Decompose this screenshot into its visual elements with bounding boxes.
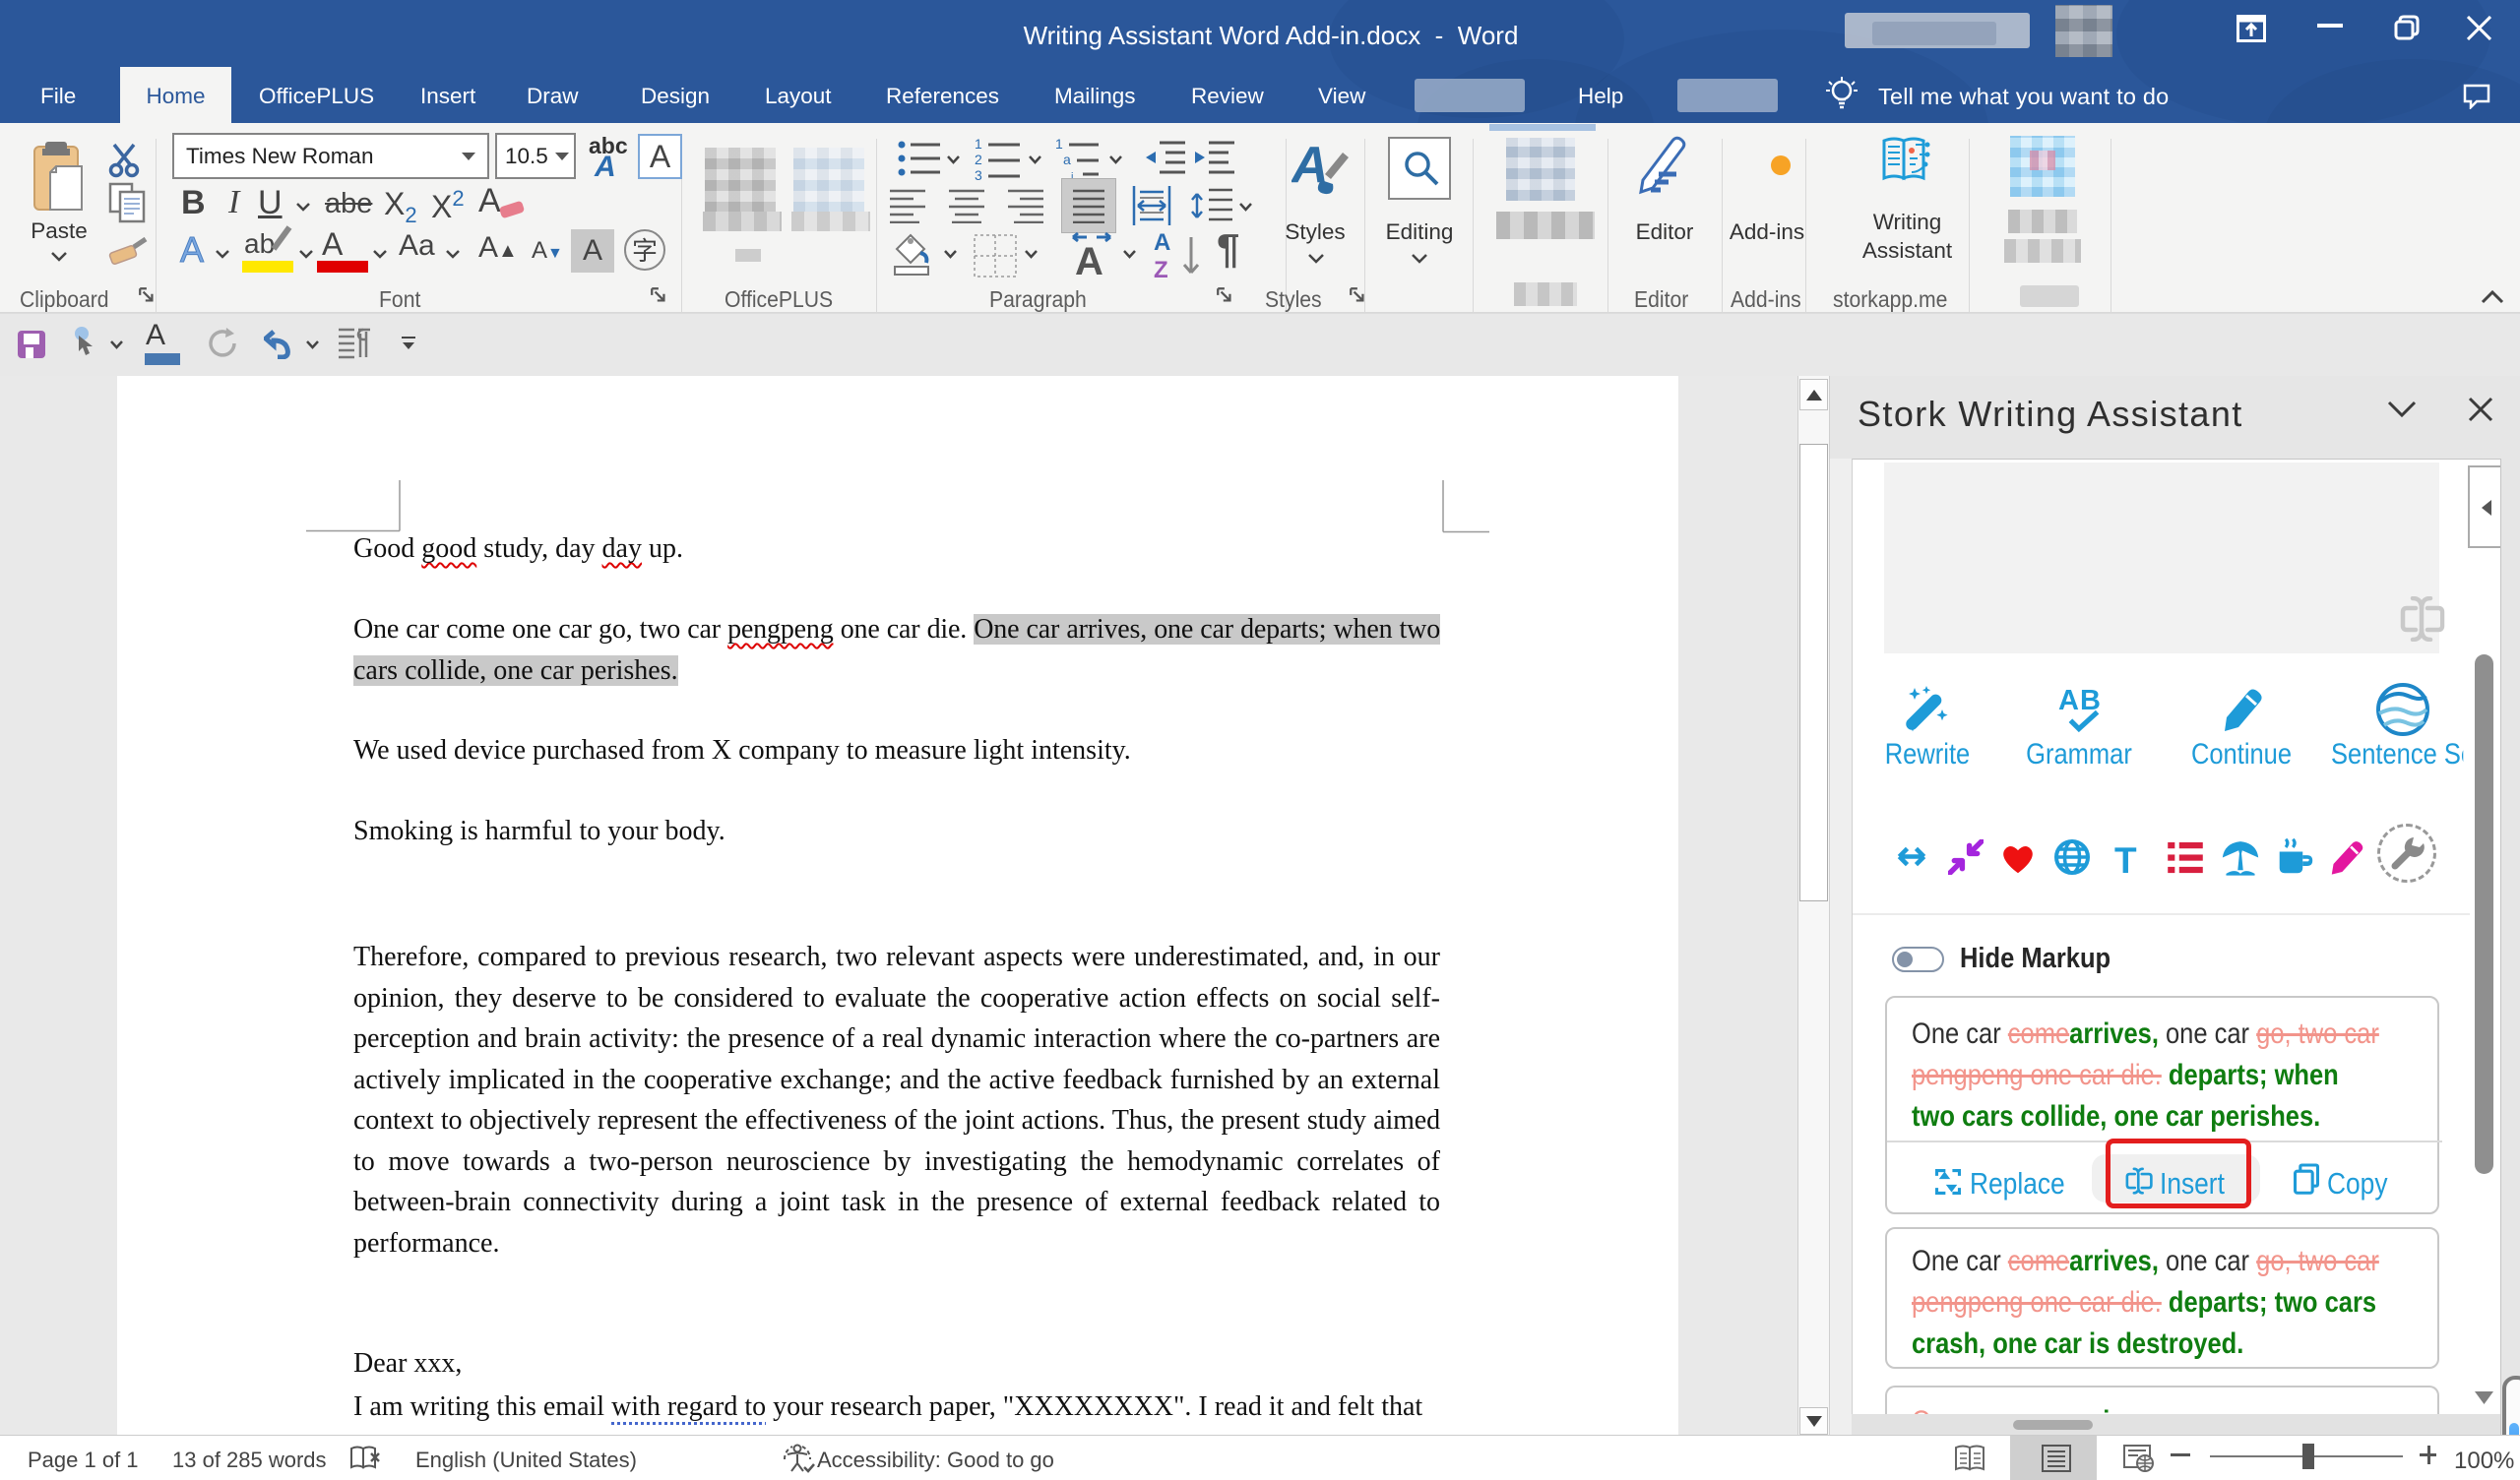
svg-text:1: 1 (1055, 137, 1063, 152)
svg-text:a: a (1063, 152, 1071, 167)
svg-text:A: A (1075, 240, 1103, 280)
svg-text:1: 1 (975, 137, 982, 152)
svg-text:2: 2 (975, 152, 982, 167)
svg-text:3: 3 (975, 167, 982, 182)
